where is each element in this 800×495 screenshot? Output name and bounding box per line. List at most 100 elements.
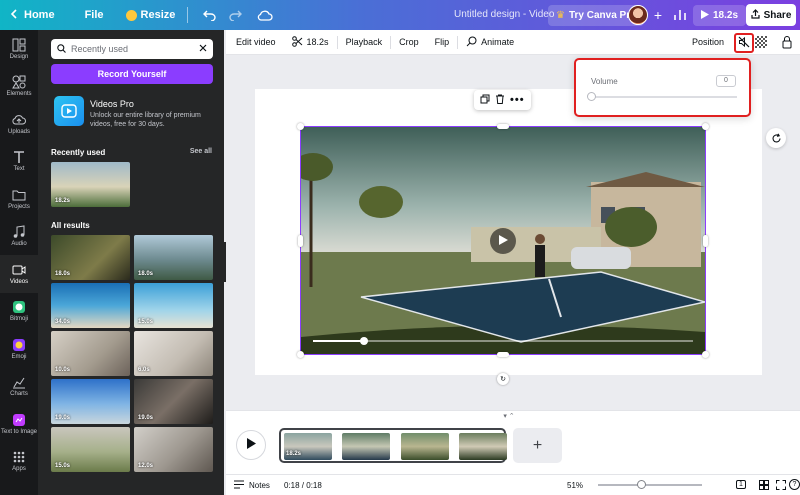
timeline-clip-track[interactable]: 18.2s <box>279 428 507 463</box>
grid-view-icon[interactable] <box>759 480 769 492</box>
rotate-icon[interactable]: ↻ <box>497 373 509 385</box>
undo-icon[interactable] <box>198 4 220 26</box>
recently-used-heading: Recently used <box>51 148 106 157</box>
chevron-left-icon <box>10 8 18 22</box>
refresh-icon[interactable] <box>766 128 786 148</box>
volume-button[interactable] <box>734 33 754 53</box>
video-duration: 19.0s <box>55 415 71 421</box>
video-thumbnail[interactable]: 18.0s <box>51 235 130 280</box>
video-thumbnail[interactable]: 15.0s <box>51 427 130 472</box>
playback-button[interactable]: Playback <box>338 30 391 55</box>
resize-handle[interactable] <box>702 351 709 358</box>
zoom-slider-knob[interactable] <box>637 480 646 489</box>
rail-item-elements[interactable]: Elements <box>0 68 38 106</box>
video-thumbnail[interactable]: 34.0s <box>51 283 130 328</box>
rail-item-apps[interactable]: Apps <box>0 443 38 481</box>
rail-item-bitmoji[interactable]: Bitmoji <box>0 293 38 331</box>
timecode: 0:18 / 0:18 <box>284 481 322 490</box>
rail-item-uploads[interactable]: Uploads <box>0 105 38 143</box>
rail-item-charts[interactable]: Charts <box>0 368 38 406</box>
recent-video-thumbnail[interactable]: 18.2s <box>51 162 130 207</box>
video-thumbnail[interactable]: 15.0s <box>134 283 213 328</box>
video-scrubber[interactable] <box>313 337 693 345</box>
volume-slider-track[interactable] <box>591 96 737 98</box>
video-duration: 15.0s <box>138 319 154 325</box>
video-play-button[interactable] <box>490 228 516 254</box>
rail-item-design[interactable]: Design <box>0 30 38 68</box>
volume-slider-knob[interactable] <box>587 92 596 101</box>
resize-button[interactable]: Resize <box>118 0 184 30</box>
cloud-icon[interactable] <box>254 4 276 26</box>
zoom-percent[interactable]: 51% <box>567 481 583 490</box>
resize-handle[interactable] <box>703 235 708 247</box>
bitmoji-icon <box>13 301 25 314</box>
rail-item-text-to-image[interactable]: Text to Image <box>0 405 38 443</box>
design-title[interactable]: Untitled design - Video <box>454 0 554 30</box>
page-count[interactable]: 1 <box>736 480 746 489</box>
notes-icon[interactable] <box>234 480 244 491</box>
more-options-icon[interactable]: ••• <box>510 94 525 106</box>
record-yourself-button[interactable]: Record Yourself <box>51 64 213 84</box>
chart-icon <box>13 377 25 389</box>
play-duration: 18.2s <box>713 10 739 21</box>
timeline-expand-icon[interactable]: ▾ ⌃ <box>502 412 516 420</box>
crop-button[interactable]: Crop <box>391 30 427 55</box>
resize-handle[interactable] <box>497 352 509 357</box>
zoom-slider-track[interactable] <box>598 484 702 486</box>
notes-button[interactable]: Notes <box>249 481 270 490</box>
videos-pro-title[interactable]: Videos Pro <box>90 99 134 109</box>
rail-item-projects[interactable]: Projects <box>0 180 38 218</box>
search-box[interactable] <box>51 39 213 59</box>
home-button[interactable]: Home <box>0 0 63 30</box>
text-icon <box>14 151 24 164</box>
edit-video-button[interactable]: Edit video <box>226 30 284 55</box>
rail-item-label: Text <box>13 166 25 173</box>
video-thumbnail[interactable]: 19.0s <box>134 379 213 424</box>
video-duration: 18.0s <box>138 271 154 277</box>
video-thumbnail[interactable]: 19.0s <box>51 379 130 424</box>
animate-button[interactable]: Animate <box>458 30 522 55</box>
redo-icon[interactable] <box>224 4 246 26</box>
rail-item-text[interactable]: Text <box>0 143 38 181</box>
resize-handle[interactable] <box>702 123 709 130</box>
rail-item-emoji[interactable]: Emoji <box>0 330 38 368</box>
flip-button[interactable]: Flip <box>427 30 458 55</box>
video-thumbnail[interactable]: 18.0s <box>134 235 213 280</box>
video-thumbnail[interactable]: 12.0s <box>134 427 213 472</box>
trim-button[interactable]: 18.2s <box>284 30 337 55</box>
share-label: Share <box>763 9 792 21</box>
video-thumbnail[interactable]: 6.0s <box>134 331 213 376</box>
fullscreen-icon[interactable] <box>776 480 786 492</box>
scrubber-knob[interactable] <box>360 337 368 345</box>
animate-label: Animate <box>481 37 515 47</box>
video-thumbnail[interactable]: 10.0s <box>51 331 130 376</box>
duplicate-icon[interactable] <box>480 94 490 107</box>
folder-icon <box>12 190 26 201</box>
resize-handle[interactable] <box>297 351 304 358</box>
present-play-button[interactable]: 18.2s <box>693 5 747 26</box>
rail-item-label: Charts <box>10 391 28 398</box>
resize-handle[interactable] <box>497 124 509 129</box>
plus-icon[interactable]: + <box>650 7 666 23</box>
stats-icon[interactable] <box>670 5 690 25</box>
resize-handle[interactable] <box>298 235 303 247</box>
close-icon[interactable] <box>199 44 207 54</box>
see-all-link[interactable]: See all <box>190 148 212 155</box>
rail-item-videos[interactable]: Videos <box>0 255 38 293</box>
lock-icon[interactable] <box>780 35 794 49</box>
search-input[interactable] <box>71 44 194 54</box>
help-icon[interactable]: ? <box>789 479 800 490</box>
crown-icon <box>125 9 137 21</box>
avatar[interactable] <box>628 5 648 25</box>
search-icon <box>57 43 66 55</box>
add-page-button[interactable]: + <box>513 428 562 463</box>
volume-value-input[interactable]: 0 <box>716 75 736 87</box>
timeline-play-button[interactable] <box>236 430 266 460</box>
file-menu[interactable]: File <box>77 0 112 30</box>
resize-handle[interactable] <box>297 123 304 130</box>
rail-item-audio[interactable]: Audio <box>0 218 38 256</box>
position-button[interactable]: Position <box>692 37 724 47</box>
share-button[interactable]: Share <box>746 4 796 26</box>
trash-icon[interactable] <box>495 94 505 107</box>
transparency-icon[interactable] <box>755 36 767 48</box>
